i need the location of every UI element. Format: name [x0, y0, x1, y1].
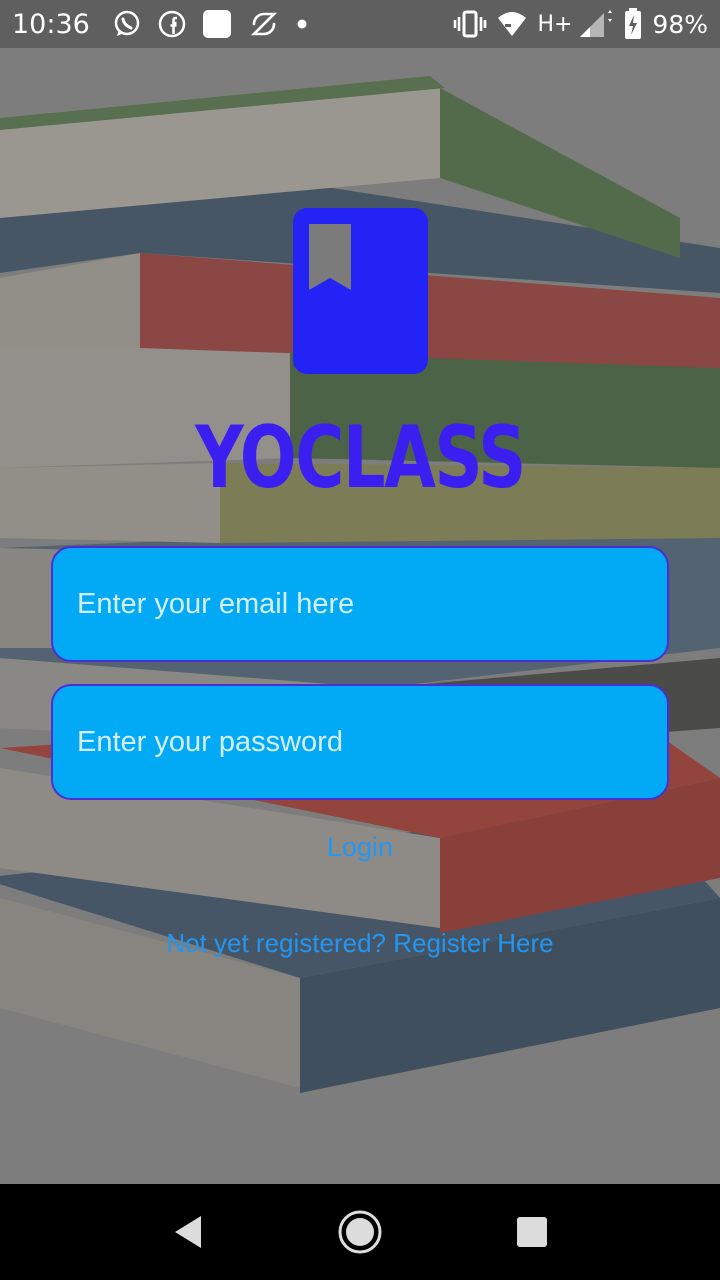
recents-icon[interactable] [502, 1202, 562, 1262]
bookmark-book-icon [293, 208, 428, 374]
swiftkey-icon [248, 9, 280, 39]
whatsapp-icon [112, 9, 142, 39]
email-input[interactable] [75, 586, 667, 622]
dot-icon [296, 18, 308, 30]
vibrate-icon [453, 10, 487, 38]
home-icon[interactable] [330, 1202, 390, 1262]
app-square-icon [202, 9, 232, 39]
battery-percent: 98% [652, 9, 708, 39]
register-link[interactable]: Not yet registered? Register Here [0, 928, 720, 959]
back-icon[interactable] [158, 1202, 218, 1262]
battery-icon [624, 8, 642, 40]
status-bar-right: H+ 98% [453, 8, 708, 40]
facebook-icon [158, 10, 186, 38]
navigation-bar [0, 1184, 720, 1280]
signal-icon [578, 9, 614, 39]
wifi-icon [497, 9, 527, 39]
login-button[interactable]: Login [0, 832, 720, 863]
status-bar: 10:36 H+ 98% [0, 0, 720, 48]
network-type: H+ [537, 11, 573, 37]
password-input[interactable] [75, 724, 667, 760]
status-time: 10:36 [12, 8, 90, 40]
email-field[interactable] [51, 546, 669, 662]
app-name: YOCLASS [195, 408, 526, 508]
status-bar-left: 10:36 [12, 9, 324, 40]
password-field[interactable] [51, 684, 669, 800]
